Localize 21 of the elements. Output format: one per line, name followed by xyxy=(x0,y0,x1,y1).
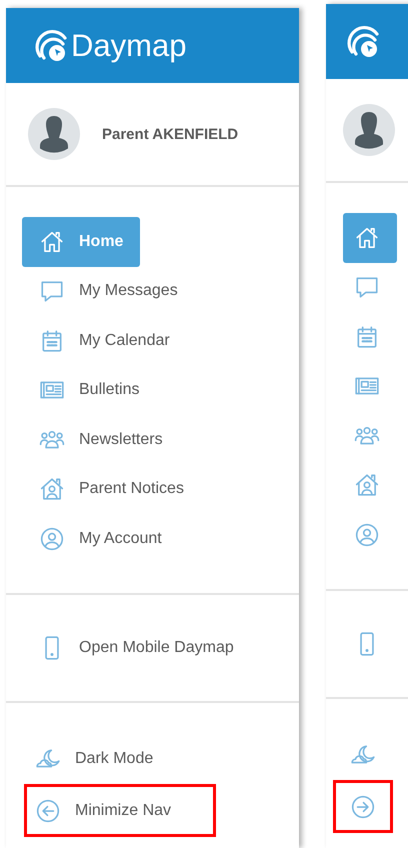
nav-item[interactable]: Open Mobile Daymap xyxy=(22,622,251,672)
nav-item[interactable]: My Calendar xyxy=(22,316,187,366)
left-arrow-circle-icon xyxy=(35,798,61,824)
house-person-icon xyxy=(354,472,380,498)
user-name: Parent AKENFIELD xyxy=(102,126,238,142)
brand-name: Daymap xyxy=(71,28,186,64)
house-person-icon xyxy=(39,476,65,502)
avatar-icon xyxy=(28,108,80,160)
nav-item[interactable]: My Messages xyxy=(22,266,195,316)
nav-item[interactable]: Newsletters xyxy=(22,415,180,464)
person-circle-icon xyxy=(354,522,380,548)
nav-item[interactable]: Parent Notices xyxy=(22,464,201,514)
nav-item[interactable]: Bulletins xyxy=(22,366,156,415)
nav-item[interactable] xyxy=(333,780,393,833)
person-circle-icon xyxy=(39,526,65,552)
avatar-icon xyxy=(343,104,395,156)
nav-item[interactable]: Dark Mode xyxy=(24,734,178,784)
right-arrow-circle-icon xyxy=(350,794,376,820)
nav-item[interactable]: My Account xyxy=(22,514,179,564)
nav-item[interactable]: Minimize Nav xyxy=(24,784,216,837)
nav-item[interactable] xyxy=(343,213,397,262)
